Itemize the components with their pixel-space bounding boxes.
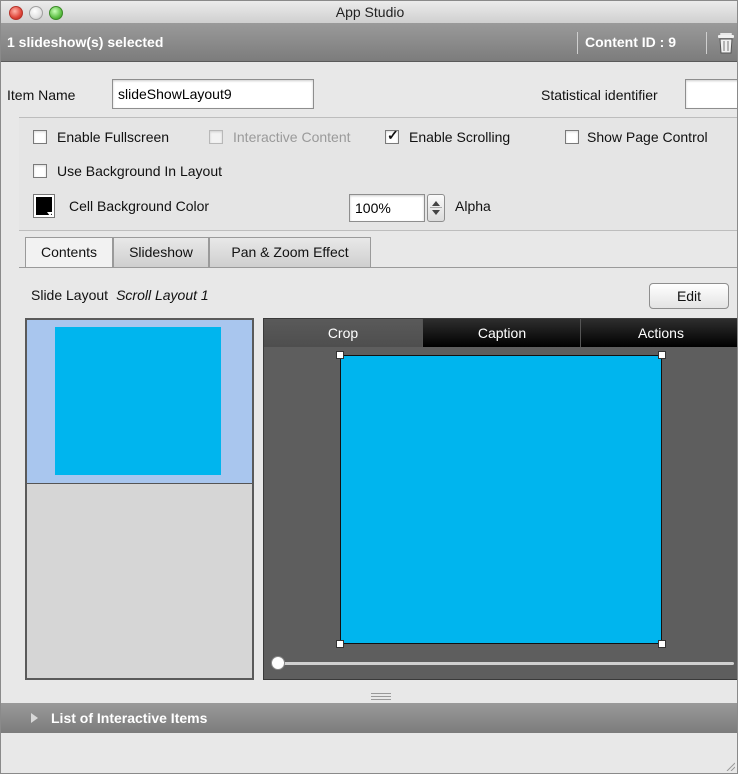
zoom-slider[interactable]: [276, 662, 734, 665]
slide-layout-label: Slide Layout: [31, 287, 109, 303]
crop-handle-top-left[interactable]: [336, 351, 344, 359]
slide-thumbnail: [55, 327, 221, 475]
title-bar: App Studio: [1, 1, 737, 24]
cell-background-label: Cell Background Color: [69, 198, 210, 214]
slide-list[interactable]: [25, 318, 254, 680]
interactive-content-checkbox: [209, 130, 223, 144]
enable-fullscreen-checkbox[interactable]: [33, 130, 47, 144]
chevron-down-icon: [47, 212, 53, 216]
tab-contents[interactable]: Contents: [25, 237, 113, 268]
trash-icon[interactable]: [715, 31, 737, 55]
slide-list-item[interactable]: [27, 320, 252, 484]
section-title: List of Interactive Items: [51, 710, 208, 726]
splitter-handle[interactable]: [371, 693, 391, 700]
crop-handle-bottom-left[interactable]: [336, 640, 344, 648]
crop-handle-top-right[interactable]: [658, 351, 666, 359]
app-window: App Studio 1 slideshow(s) selected Conte…: [0, 0, 738, 774]
tab-slideshow[interactable]: Slideshow: [113, 237, 209, 267]
slide-layout-value: Scroll Layout 1: [116, 287, 209, 303]
alpha-label: Alpha: [455, 198, 491, 214]
resize-grip-icon[interactable]: [725, 761, 735, 771]
content-id: Content ID : 9: [585, 34, 676, 50]
divider: [577, 32, 578, 54]
selection-label: 1 slideshow(s) selected: [7, 34, 164, 50]
alpha-stepper[interactable]: [427, 194, 445, 222]
item-name-input[interactable]: [112, 79, 314, 109]
zoom-slider-knob[interactable]: [271, 656, 285, 670]
use-background-label: Use Background In Layout: [57, 163, 222, 179]
enable-scrolling-label: Enable Scrolling: [409, 129, 511, 145]
divider: [706, 32, 707, 54]
stepper-down-icon[interactable]: [432, 210, 440, 215]
stepper-up-icon[interactable]: [432, 201, 440, 206]
alpha-input[interactable]: [349, 194, 425, 222]
divider: [19, 267, 737, 268]
crop-handle-bottom-right[interactable]: [658, 640, 666, 648]
show-page-control-checkbox[interactable]: [565, 130, 579, 144]
interactive-items-header[interactable]: List of Interactive Items: [1, 703, 737, 733]
statistical-identifier-input[interactable]: [685, 79, 737, 109]
statistical-identifier-label: Statistical identifier: [541, 87, 658, 103]
enable-scrolling-checkbox[interactable]: ✓: [385, 127, 399, 144]
use-background-checkbox[interactable]: [33, 164, 47, 178]
cell-background-color-well[interactable]: [33, 194, 55, 218]
selection-header: 1 slideshow(s) selected Content ID : 9: [1, 23, 737, 62]
tab-actions[interactable]: Actions: [580, 319, 737, 347]
stepper-divider: [430, 207, 442, 208]
item-name-label: Item Name: [7, 87, 76, 103]
checkmark-icon: ✓: [387, 127, 399, 143]
crop-area[interactable]: [340, 355, 662, 644]
preview-tab-bar: Crop Caption Actions: [264, 319, 737, 347]
slide-layout-row: Slide Layout Scroll Layout 1: [31, 287, 209, 303]
slide-preview: Crop Caption Actions: [263, 318, 737, 680]
tab-caption[interactable]: Caption: [422, 319, 581, 347]
edit-button[interactable]: Edit: [649, 283, 729, 309]
enable-fullscreen-label: Enable Fullscreen: [57, 129, 170, 145]
show-page-control-label: Show Page Control: [587, 129, 708, 145]
interactive-content-label: Interactive Content: [233, 129, 351, 145]
window-title: App Studio: [335, 4, 405, 20]
disclosure-triangle-icon[interactable]: [31, 713, 38, 723]
tab-crop[interactable]: Crop: [264, 319, 422, 347]
tab-pan-zoom-effect[interactable]: Pan & Zoom Effect: [209, 237, 371, 267]
options-panel: Enable Fullscreen Interactive Content ✓ …: [19, 117, 737, 231]
interactive-items-panel: [1, 733, 737, 773]
